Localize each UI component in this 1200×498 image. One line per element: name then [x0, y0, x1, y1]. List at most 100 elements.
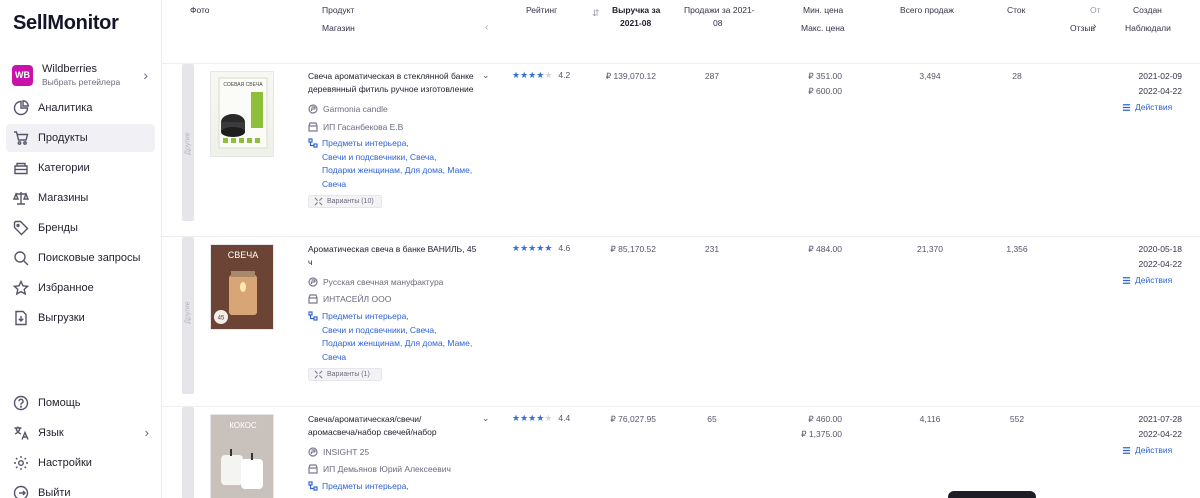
download-icon	[12, 309, 30, 327]
category-link[interactable]: Свечи и подсвечники, Свеча,	[322, 151, 488, 165]
sidebar-item-label: Настройки	[38, 457, 92, 469]
product-seller[interactable]: ИП Гасанбекова Е.В	[308, 122, 403, 132]
star-icon	[12, 279, 30, 297]
created-date: 2021-02-09	[1138, 71, 1182, 81]
sidebar-item-label: Магазины	[38, 192, 89, 204]
sidebar-item-shops[interactable]: Магазины	[6, 184, 155, 212]
category-link[interactable]: Свеча	[322, 351, 488, 365]
header-rating[interactable]: Рейтинг	[526, 2, 557, 19]
product-brand[interactable]: INSIGHT 25	[308, 447, 369, 457]
header-min-price[interactable]: Мин. цена	[803, 2, 843, 19]
chevron-left-icon[interactable]: ‹	[485, 22, 488, 33]
sidebar-item-label: Избранное	[38, 282, 94, 294]
seller-name: ИНТАСЕЙЛ ООО	[323, 294, 392, 304]
header-revenue-period: 2021-08	[620, 18, 652, 28]
header-stock[interactable]: Сток	[1007, 2, 1025, 19]
category-tree-icon	[308, 138, 318, 153]
product-categories[interactable]: Предметы интерьера, Свечи и подсвечники,…	[308, 310, 488, 364]
sidebar-item-help[interactable]: Помощь	[6, 389, 155, 417]
actions-label: Действия	[1135, 445, 1173, 455]
category-link[interactable]: Свеча	[322, 178, 488, 192]
sidebar-item-language[interactable]: Язык ›	[6, 419, 155, 447]
table-row[interactable]: КОКОС Свеча/ароматическая/свечи/ аромасв…	[162, 406, 1200, 498]
header-max-price[interactable]: Макс. цена	[801, 20, 845, 37]
header-total-sales[interactable]: Всего продаж	[900, 2, 954, 19]
observed-date: 2022-04-22	[1138, 86, 1182, 96]
created-date: 2020-05-18	[1138, 244, 1182, 254]
product-categories[interactable]: Предметы интерьера, Свечи и подсвечники,…	[308, 137, 488, 191]
expand-chevron-icon[interactable]: ⌄	[482, 70, 490, 81]
retailer-selector[interactable]: WB Wildberries Выбрать ретейлера ›	[8, 58, 154, 92]
variants-button[interactable]: Варианты (10)	[308, 195, 382, 208]
sidebar-item-label: Продукты	[38, 132, 88, 144]
sidebar-item-label: Язык	[38, 427, 64, 439]
variants-button[interactable]: Варианты (1)	[308, 368, 382, 381]
product-rating: ★ ★ ★ ★ ★ 4.2	[512, 70, 570, 80]
sidebar: SellMonitor WB Wildberries Выбрать ретей…	[0, 0, 162, 498]
variants-icon	[314, 197, 323, 206]
sidebar-item-brands[interactable]: Бренды	[6, 214, 155, 242]
seller-name: ИП Демьянов Юрий Алексеевич	[323, 464, 451, 474]
cart-icon	[12, 129, 30, 147]
actions-label: Действия	[1135, 275, 1173, 285]
header-photo[interactable]: Фото	[190, 2, 210, 19]
header-reviews-short[interactable]: От	[1090, 2, 1101, 19]
header-created[interactable]: Создан	[1133, 2, 1162, 19]
max-price-value: ₽ 1,375.00	[801, 429, 842, 439]
product-brand[interactable]: Русская свечная мануфактура	[308, 277, 443, 287]
floating-toolbar[interactable]	[948, 491, 1036, 498]
sidebar-item-search-queries[interactable]: Поисковые запросы	[6, 244, 155, 272]
expand-chevron-icon[interactable]: ⌄	[482, 413, 490, 424]
product-photo[interactable]: СВЕЧА 45	[210, 244, 274, 330]
sidebar-item-analytics[interactable]: Аналитика	[6, 94, 155, 122]
category-link[interactable]: Свечи и подсвечники, Свеча,	[322, 324, 488, 338]
product-photo[interactable]: КОКОС	[210, 414, 274, 498]
header-observed[interactable]: Наблюдали	[1125, 20, 1171, 37]
header-sales-period: 08	[713, 18, 723, 28]
pie-chart-icon	[12, 99, 30, 117]
product-title[interactable]: Свеча/ароматическая/свечи/ аромасвеча/на…	[308, 413, 486, 439]
product-seller[interactable]: ИП Демьянов Юрий Алексеевич	[308, 464, 451, 474]
row-group-bar	[182, 407, 194, 498]
seller-name: ИП Гасанбекова Е.В	[323, 122, 404, 132]
sidebar-item-favorites[interactable]: Избранное	[6, 274, 155, 302]
min-price-value: ₽ 460.00	[808, 414, 842, 424]
sidebar-item-categories[interactable]: Категории	[6, 154, 155, 182]
category-link[interactable]: Подарки женщинам, Для дома, Маме,	[322, 337, 488, 351]
actions-button[interactable]: Действия	[1122, 275, 1172, 285]
brand-icon	[308, 104, 318, 114]
sidebar-item-settings[interactable]: Настройки	[6, 449, 155, 477]
star-icon: ★	[528, 69, 537, 80]
header-shop[interactable]: Магазин	[322, 20, 355, 37]
category-link[interactable]: Предметы интерьера,	[322, 480, 488, 494]
product-photo[interactable]: СОЕВАЯ СВЕЧА	[210, 71, 274, 157]
product-seller[interactable]: ИНТАСЕЙЛ ООО	[308, 294, 391, 304]
thumb-text: СВЕЧА	[228, 250, 259, 260]
category-link[interactable]: Предметы интерьера,	[322, 310, 488, 324]
scales-icon	[12, 189, 30, 207]
revenue-value: ₽ 76,027.95	[610, 414, 656, 424]
search-icon	[12, 249, 30, 267]
category-link[interactable]: Предметы интерьера,	[322, 137, 488, 151]
product-brand[interactable]: Garmonia candle	[308, 104, 388, 114]
actions-button[interactable]: Действия	[1122, 102, 1172, 112]
product-title[interactable]: Ароматическая свеча в банке ВАНИЛЬ, 45 ч	[308, 243, 486, 269]
star-icon: ★	[536, 69, 545, 80]
sidebar-item-products[interactable]: Продукты	[6, 124, 155, 152]
sidebar-item-logout[interactable]: Выйти	[6, 479, 155, 498]
category-link[interactable]: Подарки женщинам, Для дома, Маме,	[322, 164, 488, 178]
rating-stars: ★ ★ ★ ★ ★	[512, 243, 552, 253]
product-categories[interactable]: Предметы интерьера,	[308, 480, 488, 494]
sort-icon[interactable]: ⇵	[592, 8, 600, 19]
table-row[interactable]: Другие СВЕЧА 45 Ароматическая свеча в ба…	[162, 236, 1200, 403]
category-tree-icon	[308, 481, 318, 496]
product-title[interactable]: Свеча ароматическая в стеклянной банке д…	[308, 70, 486, 96]
header-reviews[interactable]: Отзыв	[1070, 20, 1095, 37]
observed-date: 2022-04-22	[1138, 259, 1182, 269]
table-row[interactable]: Другие СОЕВАЯ СВЕЧА Свеча ароматическая …	[162, 63, 1200, 230]
chevron-right-icon[interactable]: ›	[1093, 21, 1096, 32]
header-product[interactable]: Продукт	[322, 2, 354, 19]
app-logo[interactable]: SellMonitor	[13, 12, 119, 35]
actions-button[interactable]: Действия	[1122, 445, 1172, 455]
sidebar-item-exports[interactable]: Выгрузки	[6, 304, 155, 332]
